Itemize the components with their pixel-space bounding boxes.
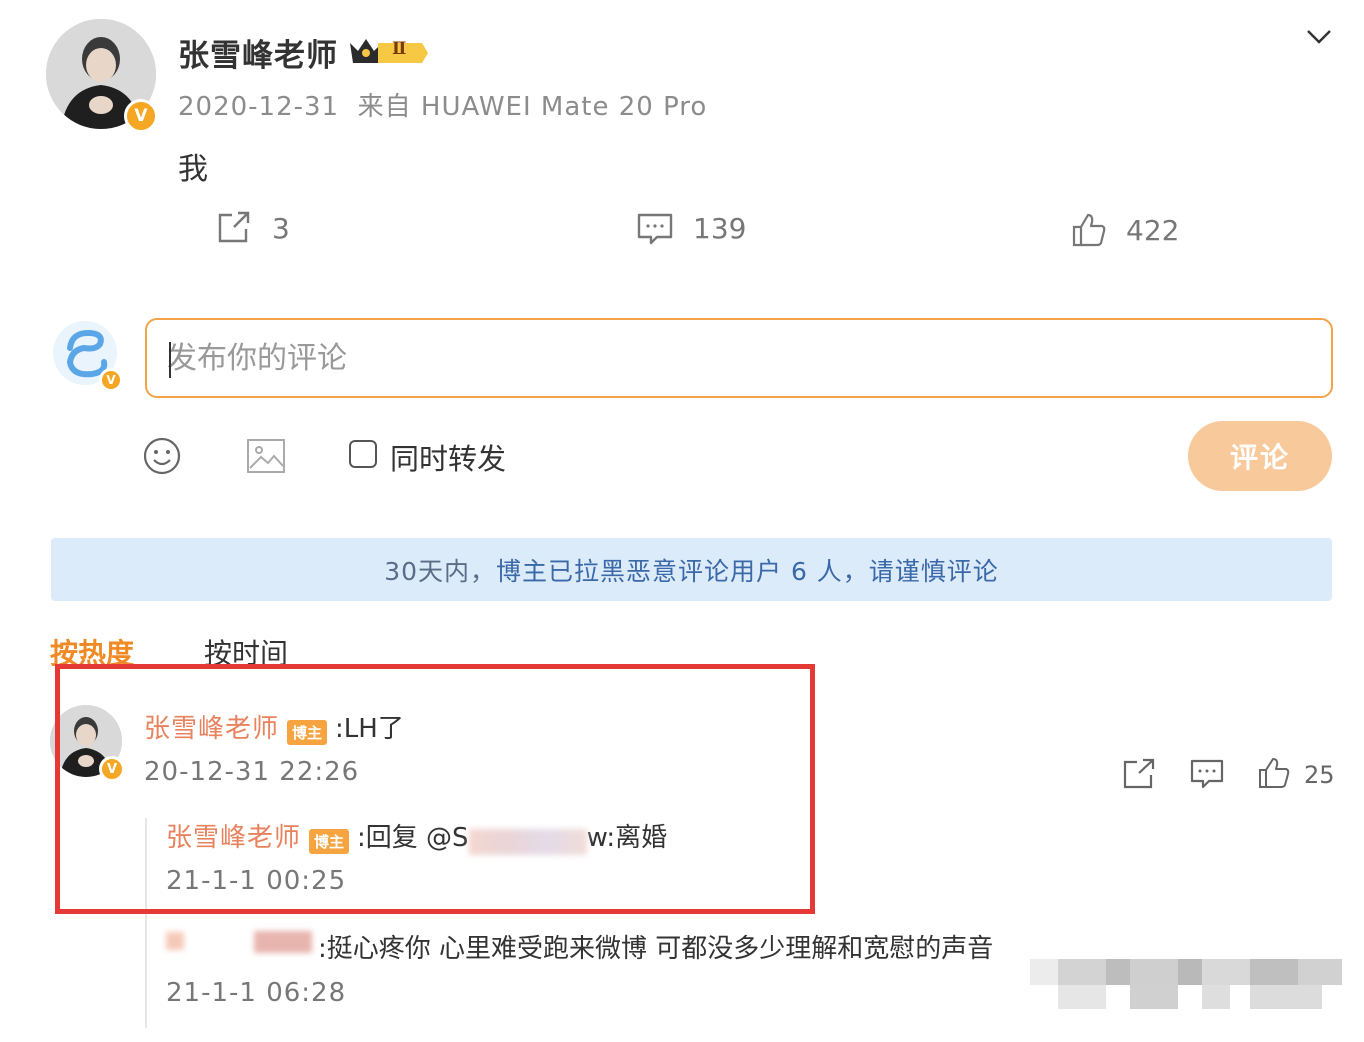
reply-time: 21-1-1 00:25 [166, 866, 347, 896]
reply-text: :挺心疼你 心里难受跑来微博 可都没多少理解和宽慰的声音 [318, 934, 994, 964]
redacted-username [254, 931, 312, 953]
comment-header: 张雪峰老师 博主 :LH了 [144, 708, 404, 745]
tab-sort-time[interactable]: 按时间 [204, 632, 288, 672]
reply-text-suffix: w:离婚 [586, 823, 668, 853]
comment-input[interactable] [147, 320, 1331, 396]
level-badge-text: Ⅱ [392, 39, 407, 59]
reply-item: 张雪峰老师 博主 :回复 @S w:离婚 [166, 817, 667, 855]
repost-count: 3 [272, 211, 290, 245]
chevron-down-icon[interactable] [1306, 28, 1332, 46]
tab-sort-hot[interactable]: 按热度 [50, 632, 134, 672]
comment-reply-icon[interactable] [1190, 759, 1224, 789]
submit-comment-button[interactable]: 评论 [1188, 421, 1332, 491]
reply-author-name[interactable]: 张雪峰老师 [166, 823, 301, 853]
redacted-pixel-block [1030, 955, 1342, 1011]
reply-text-prefix: :回复 @S [357, 823, 469, 853]
comment-repost-icon[interactable] [1122, 758, 1156, 790]
redacted-avatar [166, 932, 184, 950]
blacklist-notice: 30天内， 博主已拉黑恶意评论用户 6 人，请谨慎评论 [51, 538, 1332, 601]
notice-highlight: 博主已拉黑恶意评论用户 6 人，请谨慎评论 [496, 556, 999, 586]
crown-level-icon: Ⅱ [348, 35, 430, 67]
reply-thread-line [145, 818, 147, 1028]
repost-checkbox[interactable] [349, 440, 377, 468]
comment-like-button[interactable]: 25 [1258, 757, 1335, 793]
verified-badge-icon: V [99, 368, 123, 392]
post-text: 我 [178, 152, 208, 187]
like-button[interactable]: 422 [1072, 213, 1179, 247]
comment-text: :LH了 [335, 714, 404, 744]
host-tag: 博主 [287, 720, 328, 745]
verified-badge-icon: V [124, 99, 158, 133]
thumbs-up-icon [1258, 757, 1290, 793]
notice-prefix: 30天内， [384, 556, 496, 586]
redacted-username [468, 828, 587, 855]
reply-time: 21-1-1 06:28 [166, 978, 347, 1008]
repost-button[interactable]: 3 [216, 211, 290, 245]
image-upload-icon[interactable] [246, 438, 286, 474]
host-tag: 博主 [309, 829, 350, 854]
comment-input-box[interactable] [145, 318, 1333, 398]
verified-badge-icon: V [99, 756, 125, 782]
comment-icon [637, 213, 673, 245]
like-count: 422 [1126, 213, 1180, 247]
repost-checkbox-label: 同时转发 [390, 442, 507, 476]
text-caret [169, 342, 171, 378]
comment-author-name[interactable]: 张雪峰老师 [144, 714, 279, 744]
comment-button[interactable]: 139 [637, 212, 746, 245]
emoji-icon[interactable] [143, 437, 181, 475]
thumbs-up-icon [1072, 213, 1106, 247]
repost-icon [216, 211, 252, 245]
comment-like-count: 25 [1304, 761, 1335, 789]
post-meta: 2020-12-31 来自 HUAWEI Mate 20 Pro [178, 92, 708, 122]
post-author-name[interactable]: 张雪峰老师 [178, 30, 338, 75]
comment-count: 139 [693, 212, 747, 245]
comment-time: 20-12-31 22:26 [144, 757, 360, 787]
